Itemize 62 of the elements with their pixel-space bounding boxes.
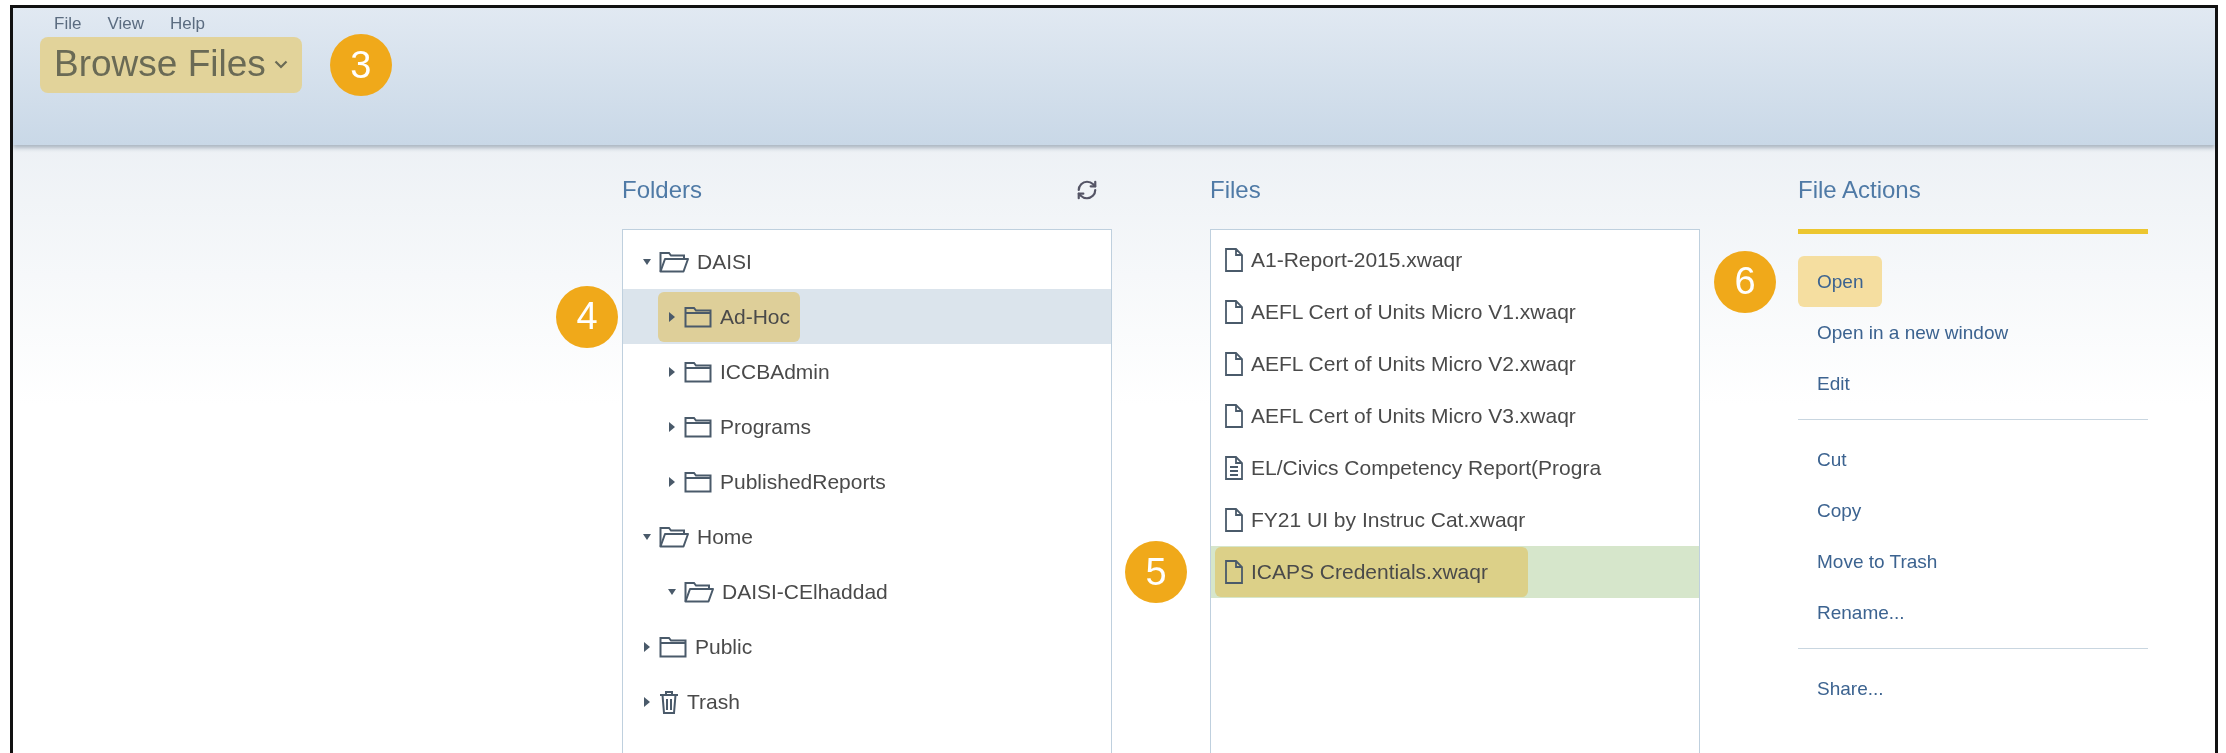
action-link[interactable]: Copy: [1798, 485, 1881, 536]
file-name[interactable]: AEFL Cert of Units Micro V3.xwaqr: [1251, 404, 1576, 428]
file-name[interactable]: ICAPS Credentials.xwaqr: [1251, 560, 1488, 584]
callout-badge: 5: [1125, 541, 1187, 603]
folder-name[interactable]: ICCBAdmin: [720, 359, 830, 384]
file-icon: [1225, 508, 1243, 532]
folder-icon: [684, 305, 712, 328]
folder-icon: [684, 470, 712, 493]
caret-icon[interactable]: [643, 696, 651, 707]
file-name[interactable]: A1-Report-2015.xwaqr: [1251, 248, 1463, 272]
file-icon: [1225, 560, 1243, 584]
folder-name[interactable]: Public: [695, 634, 753, 659]
caret-icon[interactable]: [668, 586, 676, 597]
file-name[interactable]: AEFL Cert of Units Micro V2.xwaqr: [1251, 352, 1576, 376]
trash-icon: [659, 689, 679, 714]
text-file-icon: [1225, 456, 1243, 480]
action-link[interactable]: Edit: [1798, 358, 1869, 409]
menu-item[interactable]: Help: [169, 14, 205, 34]
open-folder-icon: [684, 580, 714, 603]
callout-badge: 4: [556, 285, 618, 348]
open-folder-icon: [659, 250, 689, 273]
file-icon: [1225, 248, 1243, 272]
callout-badge: 6: [1714, 250, 1776, 313]
file-icon: [1225, 300, 1243, 324]
perspective-dropdown[interactable]: Browse Files: [40, 37, 302, 93]
folder-name[interactable]: Trash: [687, 689, 740, 714]
action-link[interactable]: Open in a new window: [1798, 307, 2028, 358]
folder-name[interactable]: DAISI-CElhaddad: [722, 579, 888, 604]
folder-icon: [684, 360, 712, 383]
action-link[interactable]: Rename...: [1798, 587, 1924, 638]
caret-icon[interactable]: [668, 311, 676, 322]
refresh-icon[interactable]: [1076, 179, 1098, 201]
action-link[interactable]: Move to Trash: [1798, 536, 1957, 587]
caret-icon[interactable]: [668, 366, 676, 377]
open-folder-icon: [659, 525, 689, 548]
caret-icon[interactable]: [643, 256, 651, 267]
folder-name[interactable]: PublishedReports: [720, 469, 886, 494]
action-link[interactable]: Open: [1798, 256, 1883, 307]
callout-badge: 3: [329, 34, 392, 96]
action-link[interactable]: Share...: [1798, 663, 1903, 714]
caret-icon[interactable]: [668, 476, 676, 487]
menu-item[interactable]: View: [107, 14, 144, 34]
folder-name[interactable]: DAISI: [697, 249, 752, 274]
folder-icon: [684, 415, 712, 438]
action-link[interactable]: Cut: [1798, 434, 1866, 485]
folder-icon: [659, 635, 687, 658]
file-icon: [1225, 404, 1243, 428]
caret-icon[interactable]: [643, 531, 651, 542]
folder-name[interactable]: Programs: [720, 414, 812, 439]
file-name[interactable]: FY21 UI by Instruc Cat.xwaqr: [1251, 508, 1526, 532]
folder-name[interactable]: Ad-Hoc: [720, 304, 791, 329]
caret-icon[interactable]: [668, 421, 676, 432]
chevron-down-icon: [273, 59, 288, 69]
folder-name[interactable]: Home: [697, 524, 754, 549]
menu-item[interactable]: File: [54, 14, 82, 34]
file-icon: [1225, 352, 1243, 376]
file-name[interactable]: EL/Civics Competency Report(Progra: [1251, 456, 1602, 480]
file-actions-title: File Actions: [1798, 176, 1921, 204]
files-title: Files: [1210, 176, 1261, 204]
folders-title: Folders: [622, 176, 703, 204]
file-name[interactable]: AEFL Cert of Units Micro V1.xwaqr: [1251, 300, 1576, 324]
caret-icon[interactable]: [643, 641, 651, 652]
